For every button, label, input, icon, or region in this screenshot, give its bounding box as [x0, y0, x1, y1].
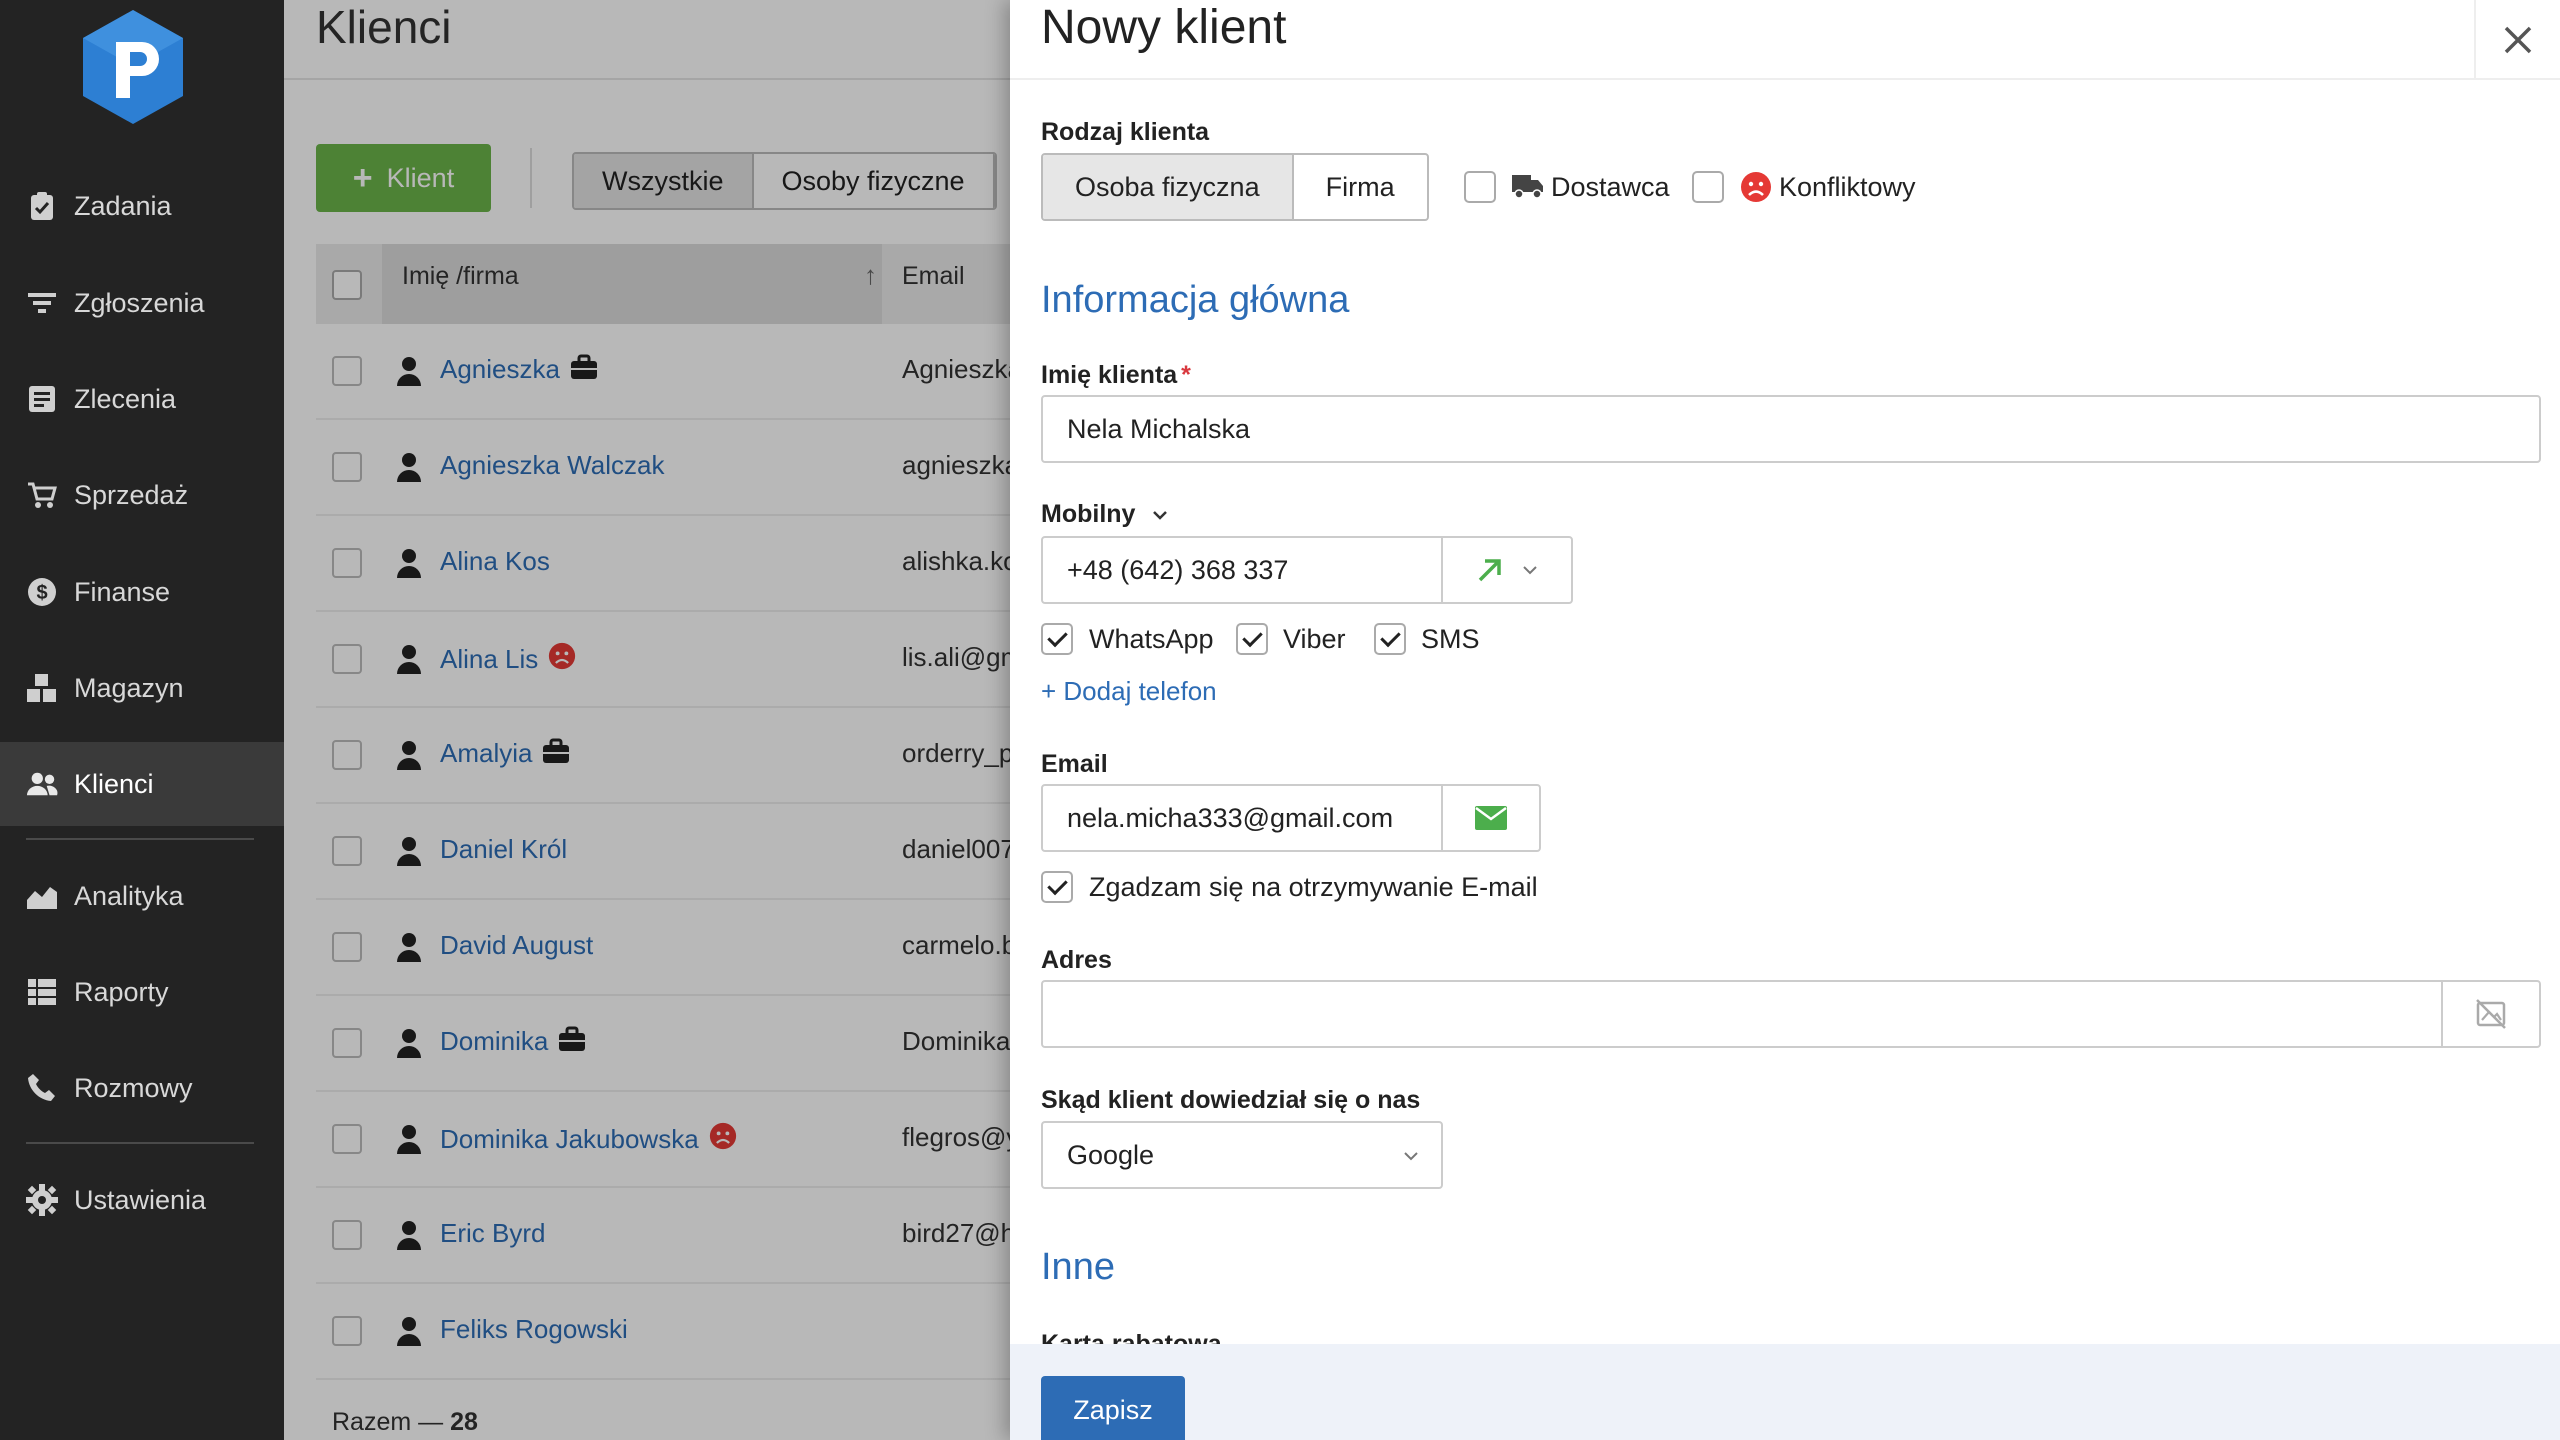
gear-icon	[26, 1184, 58, 1216]
sidebar-item-label: Zgłoszenia	[74, 287, 205, 318]
call-direction-select[interactable]	[1441, 536, 1573, 604]
table-icon	[26, 976, 58, 1008]
sidebar-item-zlecenia[interactable]: Zlecenia	[0, 357, 284, 441]
sidebar-item-label: Sprzedaż	[74, 479, 189, 510]
sidebar-item-rozmowy[interactable]: Rozmowy	[0, 1046, 284, 1130]
phone-type-select[interactable]: Mobilny	[1041, 500, 1168, 529]
email-consent-checkbox[interactable]	[1041, 871, 1073, 903]
dollar-icon: $	[26, 576, 58, 608]
chevron-down-icon	[1404, 1152, 1418, 1161]
sidebar-item-label: Finanse	[74, 576, 171, 607]
send-email-button[interactable]	[1441, 784, 1541, 852]
sidebar-item-label: Zlecenia	[74, 383, 177, 414]
sms-label[interactable]: SMS	[1421, 624, 1480, 655]
nav-divider	[26, 1142, 254, 1144]
angry-face-icon	[1741, 172, 1771, 202]
cart-icon	[26, 479, 58, 511]
chevron-down-icon	[1153, 511, 1168, 520]
source-select[interactable]: Google	[1041, 1121, 1443, 1189]
viber-checkbox[interactable]	[1236, 623, 1268, 655]
sidebar-item-klienci[interactable]: Klienci	[0, 742, 284, 826]
address-input[interactable]	[1041, 980, 2443, 1048]
client-type-label: Rodzaj klienta	[1041, 118, 1210, 146]
discount-card-label: Karta rabatowa	[1041, 1330, 1222, 1344]
supplier-label[interactable]: Dostawca	[1551, 172, 1670, 203]
modal-overlay[interactable]	[284, 0, 1010, 1440]
new-client-panel: Nowy klient Rodzaj klienta Osoba fizyczn…	[1010, 0, 2560, 1440]
sidebar-item-label: Analityka	[74, 880, 184, 911]
chevron-down-icon	[1523, 566, 1537, 575]
sidebar-item-label: Klienci	[74, 768, 154, 799]
sidebar-item-ustawienia[interactable]: Ustawienia	[0, 1158, 284, 1242]
client-name-input[interactable]: Nela Michalska	[1041, 395, 2541, 463]
filter-icon	[26, 287, 58, 319]
name-label-text: Imię klienta	[1041, 361, 1178, 389]
order-list-icon	[26, 383, 58, 415]
nav-divider	[26, 838, 254, 840]
clipboard-check-icon	[26, 190, 58, 222]
envelope-icon	[1475, 806, 1507, 830]
panel-footer: Zapisz	[1010, 1344, 2560, 1440]
sidebar-item-zadania[interactable]: Zadania	[0, 164, 284, 248]
client-type-toggle: Osoba fizyczna Firma	[1041, 153, 1429, 221]
sidebar-item-label: Rozmowy	[74, 1072, 193, 1103]
conflict-checkbox[interactable]	[1692, 171, 1724, 203]
truck-icon	[1512, 175, 1543, 199]
boxes-icon	[26, 672, 58, 704]
svg-text:$: $	[36, 582, 47, 604]
conflict-label[interactable]: Konfliktowy	[1779, 172, 1916, 203]
sidebar-item-analityka[interactable]: Analityka	[0, 854, 284, 938]
required-mark: *	[1181, 361, 1191, 389]
sidebar-item-magazyn[interactable]: Magazyn	[0, 646, 284, 730]
section-other: Inne	[1041, 1246, 1115, 1288]
sidebar-item-label: Raporty	[74, 976, 169, 1007]
sidebar-item-label: Ustawienia	[74, 1184, 207, 1215]
whatsapp-checkbox[interactable]	[1041, 623, 1073, 655]
close-button[interactable]	[2474, 0, 2560, 80]
map-off-icon	[2476, 999, 2506, 1029]
email-field-label: Email	[1041, 750, 1108, 778]
email-consent-label[interactable]: Zgadzam się na otrzymywanie E-mail	[1089, 872, 1538, 903]
sidebar: Zadania Zgłoszenia Zlecenia Sprzedaż $ F…	[0, 0, 284, 1440]
users-icon	[26, 768, 58, 800]
panel-header: Nowy klient	[1010, 0, 2560, 80]
email-input[interactable]: nela.micha333@gmail.com	[1041, 784, 1443, 852]
whatsapp-label[interactable]: WhatsApp	[1089, 624, 1214, 655]
sidebar-item-label: Magazyn	[74, 672, 184, 703]
panel-title: Nowy klient	[1041, 1, 1287, 54]
app-logo[interactable]	[78, 8, 188, 126]
sms-checkbox[interactable]	[1374, 623, 1406, 655]
address-field-label: Adres	[1041, 946, 1112, 974]
source-value: Google	[1067, 1139, 1155, 1170]
area-chart-icon	[26, 880, 58, 912]
map-button[interactable]	[2441, 980, 2541, 1048]
supplier-checkbox[interactable]	[1464, 171, 1496, 203]
sidebar-item-sprzedaz[interactable]: Sprzedaż	[0, 453, 284, 537]
save-button[interactable]: Zapisz	[1041, 1376, 1185, 1440]
name-field-label: Imię klienta *	[1041, 361, 1191, 390]
outgoing-call-icon	[1478, 559, 1501, 582]
phone-icon	[26, 1072, 58, 1104]
client-type-individual[interactable]: Osoba fizyczna	[1043, 155, 1294, 219]
add-phone-link[interactable]: + Dodaj telefon	[1041, 676, 1217, 707]
section-main-info: Informacja główna	[1041, 279, 1350, 321]
close-icon	[2504, 26, 2532, 54]
client-type-company[interactable]: Firma	[1294, 155, 1427, 219]
sidebar-item-label: Zadania	[74, 190, 172, 221]
sidebar-item-finanse[interactable]: $ Finanse	[0, 550, 284, 634]
sidebar-item-raporty[interactable]: Raporty	[0, 950, 284, 1034]
phone-input[interactable]: +48 (642) 368 337	[1041, 536, 1443, 604]
source-field-label: Skąd klient dowiedział się o nas	[1041, 1086, 1421, 1114]
phone-type-label: Mobilny	[1041, 500, 1136, 528]
sidebar-item-zgloszenia[interactable]: Zgłoszenia	[0, 261, 284, 345]
viber-label[interactable]: Viber	[1283, 624, 1346, 655]
